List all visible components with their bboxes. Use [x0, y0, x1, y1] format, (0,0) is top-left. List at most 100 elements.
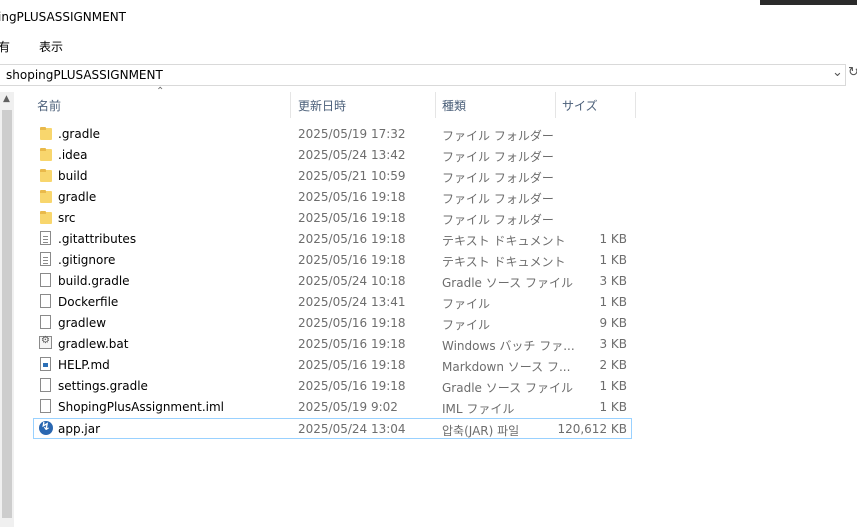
file-name: .gitignore [58, 253, 116, 267]
title-bar-edge [760, 0, 857, 5]
file-name: gradle [58, 190, 97, 204]
file-date: 2025/05/16 19:18 [298, 253, 406, 267]
file-name: gradlew.bat [58, 337, 129, 351]
file-row[interactable]: ShopingPlusAssignment.iml 2025/05/19 9:02… [34, 397, 631, 417]
file-row[interactable]: app.jar 2025/05/24 13:04 압축(JAR) 파일 120,612… [33, 418, 632, 439]
column-header-row: ⌃ 名前 更新日時 種類 サイズ [30, 86, 650, 118]
file-name: app.jar [58, 422, 101, 436]
address-bar: shopingPLUSASSIGNMENT ⌄ ↻ [0, 63, 857, 87]
file-date: 2025/05/16 19:18 [298, 190, 406, 204]
file-type: Gradle ソース ファイル [442, 276, 573, 290]
file-size: 120,612 KB [557, 422, 627, 436]
column-header-size[interactable]: サイズ [562, 97, 598, 114]
file-name: src [58, 211, 76, 225]
file-row[interactable]: .gradle 2025/05/19 17:32 ファイル フォルダー [34, 124, 631, 144]
address-path: shopingPLUSASSIGNMENT [6, 68, 163, 82]
file-date: 2025/05/21 10:59 [298, 169, 406, 183]
file-date: 2025/05/24 10:18 [298, 274, 406, 288]
file-row[interactable]: settings.gradle 2025/05/16 19:18 Gradle ソー… [34, 376, 631, 396]
file-date: 2025/05/19 9:02 [298, 400, 398, 414]
file-date: 2025/05/24 13:42 [298, 148, 406, 162]
sort-ascending-icon: ⌃ [156, 86, 165, 97]
file-date: 2025/05/16 19:18 [298, 211, 406, 225]
file-row[interactable]: .gitignore 2025/05/16 19:18 テキスト ドキュメント 1 K… [34, 250, 631, 270]
folder-icon [39, 126, 53, 142]
file-date: 2025/05/16 19:18 [298, 316, 406, 330]
scroll-thumb[interactable] [2, 110, 12, 518]
file-type: ファイル フォルダー [442, 171, 554, 185]
file-name: gradlew [58, 316, 107, 330]
file-type: ファイル [442, 318, 491, 332]
title-bar: ingPLUSASSIGNMENT [0, 0, 857, 33]
column-divider[interactable] [435, 92, 436, 118]
file-date: 2025/05/19 17:32 [298, 127, 406, 141]
refresh-icon[interactable]: ↻ [848, 65, 857, 80]
address-input[interactable]: shopingPLUSASSIGNMENT [0, 64, 846, 86]
file-date: 2025/05/16 19:18 [298, 379, 406, 393]
file-type: Windows バッチ ファ... [442, 339, 575, 353]
file-row[interactable]: gradle 2025/05/16 19:18 ファイル フォルダー [34, 187, 631, 207]
file-type: ファイル フォルダー [442, 150, 554, 164]
file-row[interactable]: .gitattributes 2025/05/16 19:18 テキスト ドキュメン… [34, 229, 631, 249]
file-name: build.gradle [58, 274, 130, 288]
file-icon [40, 273, 51, 287]
file-name: .idea [58, 148, 88, 162]
file-type: テキスト ドキュメント [442, 255, 566, 269]
file-type: ファイル フォルダー [442, 129, 554, 143]
file-size: 1 KB [599, 379, 627, 393]
file-row[interactable]: build 2025/05/21 10:59 ファイル フォルダー [34, 166, 631, 186]
file-name: settings.gradle [58, 379, 148, 393]
file-date: 2025/05/24 13:04 [298, 422, 406, 436]
chevron-down-icon[interactable]: ⌄ [832, 65, 843, 80]
file-date: 2025/05/16 19:18 [298, 358, 406, 372]
file-name: build [58, 169, 88, 183]
file-row[interactable]: gradlew 2025/05/16 19:18 ファイル 9 KB [34, 313, 631, 333]
file-row[interactable]: .idea 2025/05/24 13:42 ファイル フォルダー [34, 145, 631, 165]
file-row[interactable]: src 2025/05/16 19:18 ファイル フォルダー [34, 208, 631, 228]
file-type: ファイル [442, 297, 491, 311]
vertical-scrollbar[interactable]: ▲ [0, 92, 14, 527]
column-header-type[interactable]: 種類 [442, 97, 466, 114]
file-type: ファイル フォルダー [442, 213, 554, 227]
scroll-up-arrow-icon[interactable]: ▲ [3, 94, 10, 104]
window-title: ingPLUSASSIGNMENT [0, 10, 127, 24]
file-icon [40, 399, 51, 413]
column-divider[interactable] [555, 92, 556, 118]
file-type: Gradle ソース ファイル [442, 381, 573, 395]
file-name: HELP.md [58, 358, 110, 372]
ribbon-tab-share[interactable]: 有 [0, 38, 10, 55]
file-row[interactable]: Dockerfile 2025/05/24 13:41 ファイル 1 KB [34, 292, 631, 312]
file-size: 3 KB [599, 337, 627, 351]
file-size: 9 KB [599, 316, 627, 330]
file-name: Dockerfile [58, 295, 119, 309]
column-divider[interactable] [635, 92, 636, 118]
file-type: Markdown ソース フ... [442, 360, 571, 374]
file-date: 2025/05/24 13:41 [298, 295, 406, 309]
markdown-file-icon [40, 357, 51, 371]
file-type: テキスト ドキュメント [442, 234, 566, 248]
file-name: ShopingPlusAssignment.iml [58, 400, 224, 414]
file-row[interactable]: gradlew.bat 2025/05/16 19:18 Windows バッチ フ… [34, 334, 631, 354]
file-icon [40, 294, 51, 308]
text-document-icon [40, 231, 51, 245]
file-size: 3 KB [599, 274, 627, 288]
text-document-icon [40, 252, 51, 266]
file-size: 1 KB [599, 232, 627, 246]
file-name: .gitattributes [58, 232, 137, 246]
file-type: ファイル フォルダー [442, 192, 554, 206]
folder-icon [39, 189, 53, 205]
column-header-name[interactable]: 名前 [37, 97, 61, 114]
file-size: 1 KB [599, 253, 627, 267]
file-date: 2025/05/16 19:18 [298, 232, 406, 246]
folder-icon [39, 168, 53, 184]
ribbon-tab-view[interactable]: 表示 [39, 38, 63, 55]
jar-file-icon [39, 420, 53, 435]
column-header-date[interactable]: 更新日時 [298, 97, 346, 114]
file-type: IML ファイル [442, 402, 515, 416]
file-date: 2025/05/16 19:18 [298, 337, 406, 351]
file-row[interactable]: HELP.md 2025/05/16 19:18 Markdown ソース フ...… [34, 355, 631, 375]
file-size: 1 KB [599, 295, 627, 309]
column-divider[interactable] [290, 92, 291, 118]
file-row[interactable]: build.gradle 2025/05/24 10:18 Gradle ソース フ… [34, 271, 631, 291]
folder-icon [39, 210, 53, 226]
